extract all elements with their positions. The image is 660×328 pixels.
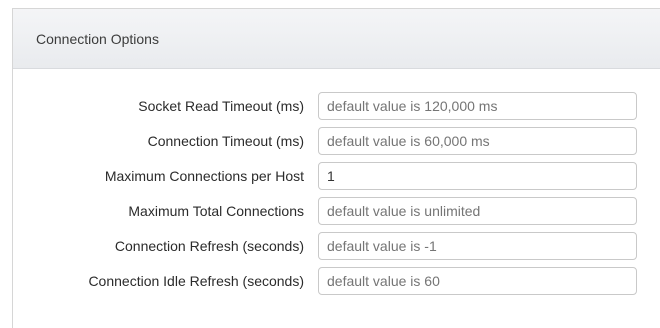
max-total-connections-row: Maximum Total Connections	[0, 196, 660, 226]
socket-read-timeout-row: Socket Read Timeout (ms)	[0, 91, 660, 121]
max-connections-per-host-row: Maximum Connections per Host	[0, 161, 660, 191]
connection-idle-refresh-row: Connection Idle Refresh (seconds)	[0, 266, 660, 296]
max-connections-per-host-input[interactable]	[318, 162, 637, 190]
connection-refresh-input[interactable]	[318, 232, 637, 260]
max-connections-per-host-label: Maximum Connections per Host	[104, 168, 304, 184]
connection-refresh-label: Connection Refresh (seconds)	[114, 238, 304, 254]
socket-read-timeout-input[interactable]	[318, 92, 637, 120]
section-title: Connection Options	[36, 30, 159, 47]
connection-idle-refresh-label: Connection Idle Refresh (seconds)	[88, 273, 304, 289]
connection-timeout-row: Connection Timeout (ms)	[0, 126, 660, 156]
panel-header: Connection Options	[13, 9, 660, 69]
connection-idle-refresh-input[interactable]	[318, 267, 637, 295]
connection-timeout-label: Connection Timeout (ms)	[147, 133, 304, 149]
connection-timeout-input[interactable]	[318, 127, 637, 155]
socket-read-timeout-label: Socket Read Timeout (ms)	[138, 98, 304, 114]
max-total-connections-label: Maximum Total Connections	[128, 203, 304, 219]
connection-refresh-row: Connection Refresh (seconds)	[0, 231, 660, 261]
max-total-connections-input[interactable]	[318, 197, 637, 225]
